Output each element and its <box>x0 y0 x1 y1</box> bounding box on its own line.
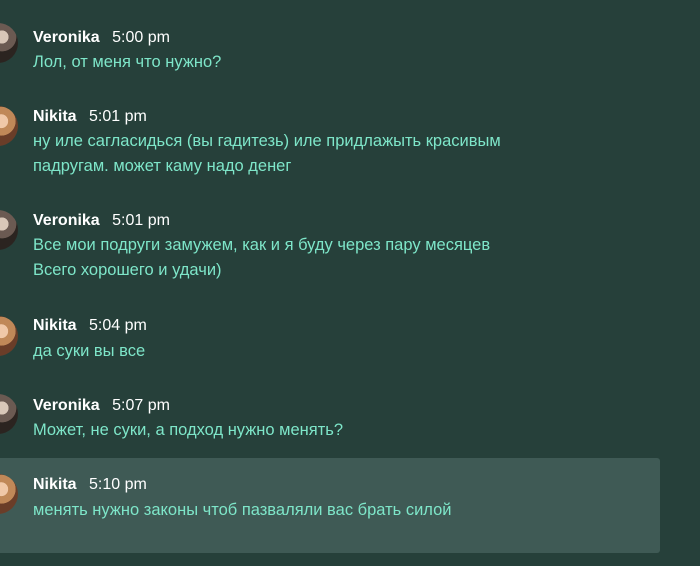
message-header: Veronika 5:01 pm <box>33 212 170 230</box>
message-text: менять нужно законы чтоб пазваляли вас б… <box>33 498 452 523</box>
timestamp: 5:00 pm <box>112 29 170 46</box>
avatar[interactable] <box>0 210 18 250</box>
author-name[interactable]: Nikita <box>33 476 77 493</box>
message-header: Nikita 5:10 pm <box>33 476 147 494</box>
chat-log: Veronika 5:00 pm Лол, от меня что нужно?… <box>0 0 700 566</box>
message-text: Все мои подруги замужем, как и я буду че… <box>33 233 490 283</box>
message-line: ну иле сагласидься (вы гадитезь) иле при… <box>33 132 501 150</box>
message-line: падругам. может каму надо денег <box>33 157 292 175</box>
author-name[interactable]: Veronika <box>33 397 100 414</box>
message: Veronika 5:00 pm Лол, от меня что нужно? <box>0 0 700 100</box>
author-name[interactable]: Nikita <box>33 108 77 125</box>
message-highlighted[interactable]: Nikita 5:10 pm менять нужно законы чтоб … <box>0 458 660 553</box>
avatar[interactable] <box>0 316 18 356</box>
message-line: Все мои подруги замужем, как и я буду че… <box>33 236 491 254</box>
avatar[interactable] <box>0 23 18 63</box>
timestamp: 5:01 pm <box>89 108 147 125</box>
message-line: Лол, от меня что нужно? <box>33 53 222 71</box>
message-header: Veronika 5:00 pm <box>33 29 170 47</box>
message-header: Nikita 5:01 pm <box>33 108 147 126</box>
timestamp: 5:04 pm <box>89 317 147 334</box>
message-header: Veronika 5:07 pm <box>33 397 170 415</box>
message-line: менять нужно законы чтоб пазваляли вас б… <box>33 501 452 519</box>
avatar[interactable] <box>0 394 18 434</box>
timestamp: 5:07 pm <box>112 397 170 414</box>
message-line: Может, не суки, а подход нужно менять? <box>33 421 344 439</box>
message-text: ну иле сагласидься (вы гадитезь) иле при… <box>33 129 501 179</box>
avatar[interactable] <box>0 106 18 146</box>
author-name[interactable]: Nikita <box>33 317 77 334</box>
author-name[interactable]: Veronika <box>33 212 100 229</box>
timestamp: 5:01 pm <box>112 212 170 229</box>
avatar[interactable] <box>0 474 18 514</box>
message-text: да суки вы все <box>33 339 145 364</box>
message-header: Nikita 5:04 pm <box>33 317 147 335</box>
timestamp: 5:10 pm <box>89 476 147 493</box>
author-name[interactable]: Veronika <box>33 29 100 46</box>
message-line: Всего хорошего и удачи) <box>33 261 222 279</box>
message-line: да суки вы все <box>33 342 146 360</box>
message-text: Может, не суки, а подход нужно менять? <box>33 418 343 443</box>
message-text: Лол, от меня что нужно? <box>33 50 221 75</box>
